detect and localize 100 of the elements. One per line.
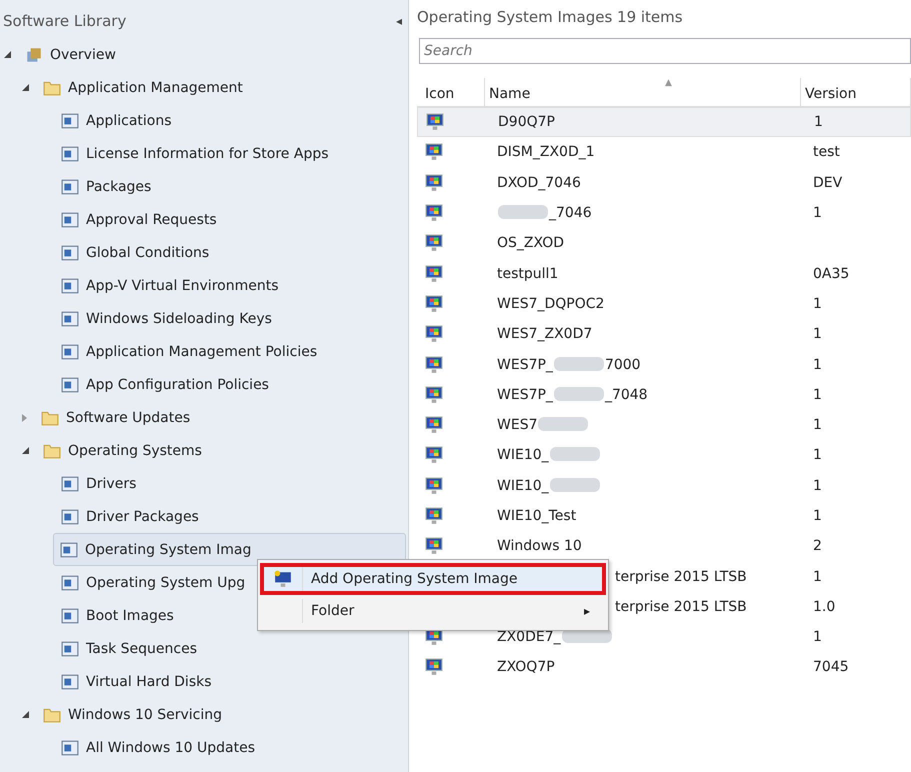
name-text: D90Q7P (498, 114, 555, 130)
version-text: 7045 (812, 659, 850, 676)
expand-arrow-icon[interactable] (4, 51, 11, 58)
tree-item[interactable]: Operating Systems (68, 442, 202, 458)
tree-item[interactable]: Windows Sideloading Keys (0, 302, 406, 335)
tree-item[interactable]: App Configuration Policies (0, 368, 406, 401)
submenu-arrow-icon: ▸ (584, 604, 590, 618)
table-row[interactable]: WES7_ZX0D7 1 (417, 319, 911, 350)
window-icon (61, 178, 79, 196)
version-text: 1 (812, 629, 823, 646)
menu-item[interactable]: Folder ▸ (260, 595, 606, 627)
version-text: 0A35 (812, 266, 850, 282)
blurred-text (550, 478, 600, 492)
column-header[interactable]: Icon (417, 78, 485, 106)
blurred-text (554, 386, 604, 401)
window-icon (61, 508, 79, 526)
monitor-icon (425, 386, 443, 404)
version-text: 1 (812, 417, 823, 434)
table-row[interactable]: OS_ZXOD (417, 228, 911, 258)
table-row[interactable]: _7046 1 (417, 198, 911, 228)
expand-arrow-icon[interactable] (22, 447, 29, 454)
tree-item[interactable]: App-V Virtual Environments (0, 269, 406, 302)
menu-item[interactable]: Add Operating System Image (260, 563, 606, 595)
version-text: 1 (812, 447, 823, 464)
window-icon (61, 574, 79, 592)
window-icon (61, 244, 79, 262)
window-icon (60, 540, 78, 558)
table-row[interactable]: D90Q7P 1 (417, 107, 911, 138)
name-text: WES7 (497, 417, 538, 434)
name-text: testpull1 (497, 266, 558, 282)
window-icon (61, 376, 79, 394)
table-row[interactable]: WES7P_ 7000 1 (417, 349, 911, 380)
window-icon (61, 342, 79, 360)
window-icon (61, 640, 79, 658)
pane-title: Software Library (3, 12, 126, 30)
version-text: 1 (812, 478, 823, 494)
tree-item[interactable]: Drivers (0, 467, 406, 500)
tree-item[interactable]: Application Management Policies (0, 335, 406, 368)
tree-item[interactable]: Packages (0, 170, 406, 203)
monitor-icon (425, 143, 443, 162)
tree-item[interactable]: Software Updates (66, 410, 190, 426)
version-text: 2 (812, 538, 823, 554)
tree-item[interactable]: All Windows 10 Updates (0, 731, 406, 764)
name-text: terprise 2015 LTSB (615, 598, 747, 615)
tree-item[interactable]: Virtual Hard Disks (0, 665, 406, 698)
table-row[interactable]: Windows 10 2 (417, 531, 911, 562)
monitor-icon (426, 113, 444, 132)
table-row[interactable]: WIE10_ 1 (417, 440, 911, 471)
version-text: 1 (812, 386, 823, 403)
tree-item[interactable]: Application Management (68, 80, 243, 96)
expand-arrow-icon[interactable] (22, 84, 29, 91)
tree-item[interactable]: Windows 10 Servicing (68, 706, 222, 722)
name-text: WES7_DQPOC2 (497, 296, 604, 312)
version-text: test (812, 144, 841, 160)
sort-arrow-icon: ▲ (665, 78, 672, 88)
version-text: 1 (812, 508, 823, 524)
blurred-text (550, 447, 600, 462)
table-row[interactable]: DISM_ZX0D_1 test (417, 137, 911, 168)
version-text: 1 (812, 296, 823, 312)
monitor-icon (425, 325, 443, 344)
column-header[interactable]: Name ▲ (485, 78, 801, 106)
column-header[interactable]: Version (801, 78, 911, 106)
name-text: DXOD_7046 (497, 174, 581, 191)
tree-item[interactable]: Operating System Imag (53, 533, 406, 566)
window-icon (61, 144, 79, 162)
tree-item[interactable]: Driver Packages (0, 500, 406, 533)
table-row[interactable]: WES7_DQPOC2 1 (417, 288, 911, 320)
monitor-icon (425, 174, 443, 192)
monitor-icon (425, 476, 443, 495)
table-row[interactable]: WIE10_ 1 (417, 470, 911, 501)
table-row[interactable]: WES7 1 (417, 410, 911, 440)
window-icon (61, 112, 79, 130)
blurred-text (554, 356, 604, 371)
tree-item[interactable]: Overview (50, 46, 116, 62)
search-field[interactable]: Search (419, 38, 911, 64)
table-row[interactable]: WES7P_ _7048 1 (417, 380, 911, 410)
table-row[interactable]: DXOD_7046 DEV (417, 168, 911, 198)
name-text: ZX0DE7_ (497, 629, 561, 646)
name-text: ZXOQ7P (497, 659, 555, 676)
tree-item[interactable]: Approval Requests (0, 203, 406, 236)
table-row[interactable]: testpull1 0A35 (417, 258, 911, 289)
table-row[interactable]: WIE10_Test 1 (417, 500, 911, 532)
monitor-icon (425, 446, 443, 464)
monitor-icon (425, 658, 443, 676)
tree-item[interactable]: Global Conditions (0, 236, 406, 269)
tree-item[interactable]: License Information for Store Apps (0, 137, 406, 170)
name-text: _7048 (604, 386, 648, 403)
name-text: WIE10_ (497, 478, 549, 494)
window-icon (61, 210, 79, 228)
collapse-button[interactable]: ◂ (396, 14, 402, 28)
tree-item[interactable]: Applications (0, 104, 406, 137)
window-icon (61, 276, 79, 294)
table-row[interactable]: ZXOQ7P 7045 (417, 652, 911, 683)
tree-item[interactable]: Task Sequences (0, 632, 406, 665)
blurred-text (538, 417, 588, 432)
expand-arrow-icon[interactable] (22, 711, 29, 718)
window-icon (61, 474, 79, 492)
name-text: WES7_ZX0D7 (497, 326, 592, 342)
version-text: 1 (812, 326, 823, 342)
name-text: Windows 10 (497, 538, 582, 554)
